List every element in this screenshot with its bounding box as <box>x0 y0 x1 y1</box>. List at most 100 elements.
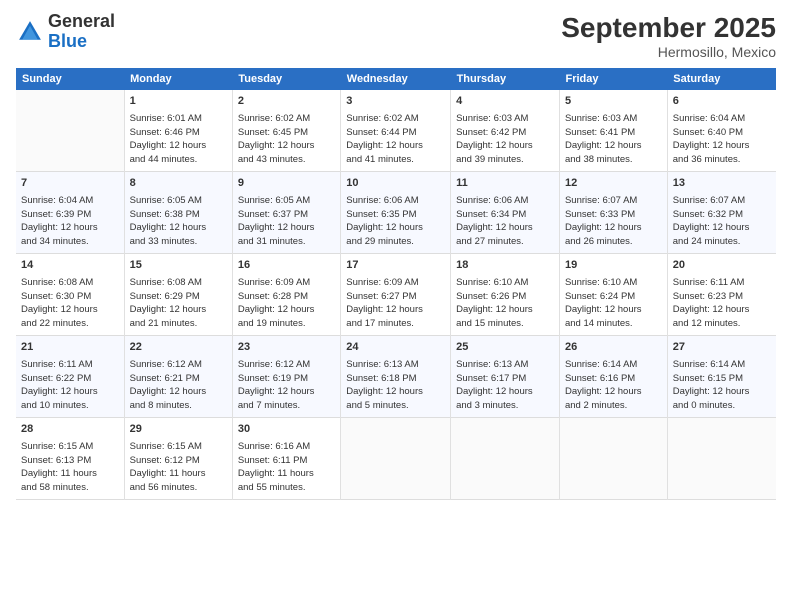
cell-info: Sunrise: 6:06 AM <box>346 194 445 208</box>
cell-info: Daylight: 12 hours <box>346 385 445 399</box>
day-number: 8 <box>130 176 227 192</box>
calendar-cell: 5Sunrise: 6:03 AMSunset: 6:41 PMDaylight… <box>559 90 667 172</box>
cell-info: Sunset: 6:29 PM <box>130 290 227 304</box>
cell-info: Sunrise: 6:10 AM <box>565 276 662 290</box>
day-number: 17 <box>346 258 445 274</box>
calendar-cell: 7Sunrise: 6:04 AMSunset: 6:39 PMDaylight… <box>16 172 124 254</box>
cell-info: Daylight: 12 hours <box>673 139 771 153</box>
col-header-wednesday: Wednesday <box>341 68 451 90</box>
cell-info: Sunrise: 6:08 AM <box>130 276 227 290</box>
cell-info: Sunset: 6:39 PM <box>21 208 119 222</box>
cell-info: Sunset: 6:40 PM <box>673 126 771 140</box>
cell-info: Daylight: 12 hours <box>130 303 227 317</box>
calendar-cell: 21Sunrise: 6:11 AMSunset: 6:22 PMDayligh… <box>16 336 124 418</box>
cell-info: Sunrise: 6:11 AM <box>673 276 771 290</box>
cell-info: and 56 minutes. <box>130 481 227 495</box>
calendar-cell: 13Sunrise: 6:07 AMSunset: 6:32 PMDayligh… <box>667 172 776 254</box>
cell-info: Daylight: 12 hours <box>21 303 119 317</box>
col-header-monday: Monday <box>124 68 232 90</box>
cell-info: Sunset: 6:38 PM <box>130 208 227 222</box>
cell-info: Sunrise: 6:09 AM <box>238 276 335 290</box>
calendar-cell <box>341 418 451 500</box>
cell-info: Sunrise: 6:14 AM <box>673 358 771 372</box>
location: Hermosillo, Mexico <box>561 44 776 60</box>
header: General Blue September 2025 Hermosillo, … <box>16 12 776 60</box>
cell-info: and 19 minutes. <box>238 317 335 331</box>
calendar-cell: 22Sunrise: 6:12 AMSunset: 6:21 PMDayligh… <box>124 336 232 418</box>
day-number: 23 <box>238 340 335 356</box>
calendar-cell: 29Sunrise: 6:15 AMSunset: 6:12 PMDayligh… <box>124 418 232 500</box>
cell-info: and 2 minutes. <box>565 399 662 413</box>
logo-text: General Blue <box>48 12 115 52</box>
cell-info: Sunrise: 6:05 AM <box>130 194 227 208</box>
cell-info: Daylight: 11 hours <box>130 467 227 481</box>
cell-info: Sunset: 6:30 PM <box>21 290 119 304</box>
cell-info: Daylight: 12 hours <box>456 139 554 153</box>
cell-info: Daylight: 12 hours <box>238 385 335 399</box>
calendar-cell: 25Sunrise: 6:13 AMSunset: 6:17 PMDayligh… <box>451 336 560 418</box>
cell-info: and 43 minutes. <box>238 153 335 167</box>
col-header-tuesday: Tuesday <box>232 68 340 90</box>
cell-info: Sunset: 6:44 PM <box>346 126 445 140</box>
cell-info: Daylight: 12 hours <box>456 385 554 399</box>
calendar-cell <box>16 90 124 172</box>
cell-info: Daylight: 12 hours <box>238 221 335 235</box>
cell-info: Sunrise: 6:04 AM <box>21 194 119 208</box>
calendar-cell <box>451 418 560 500</box>
cell-info: Daylight: 12 hours <box>238 303 335 317</box>
cell-info: and 38 minutes. <box>565 153 662 167</box>
cell-info: Sunrise: 6:03 AM <box>565 112 662 126</box>
cell-info: Sunset: 6:28 PM <box>238 290 335 304</box>
cell-info: Sunrise: 6:07 AM <box>565 194 662 208</box>
cell-info: and 58 minutes. <box>21 481 119 495</box>
cell-info: Daylight: 12 hours <box>673 221 771 235</box>
cell-info: Daylight: 12 hours <box>130 221 227 235</box>
logo: General Blue <box>16 12 115 52</box>
cell-info: and 21 minutes. <box>130 317 227 331</box>
page: General Blue September 2025 Hermosillo, … <box>0 0 792 612</box>
day-number: 18 <box>456 258 554 274</box>
cell-info: Daylight: 12 hours <box>673 385 771 399</box>
day-number: 12 <box>565 176 662 192</box>
calendar-cell: 23 Sunrise: 6:12 AMSunset: 6:19 PMDayligh… <box>232 336 340 418</box>
cell-info: Sunset: 6:21 PM <box>130 372 227 386</box>
cell-info: Sunset: 6:18 PM <box>346 372 445 386</box>
cell-info: Sunset: 6:12 PM <box>130 454 227 468</box>
cell-info: Sunset: 6:32 PM <box>673 208 771 222</box>
cell-info: and 7 minutes. <box>238 399 335 413</box>
calendar-cell: 3Sunrise: 6:02 AMSunset: 6:44 PMDaylight… <box>341 90 451 172</box>
cell-info: Sunset: 6:27 PM <box>346 290 445 304</box>
week-row-3: 21Sunrise: 6:11 AMSunset: 6:22 PMDayligh… <box>16 336 776 418</box>
cell-info: Sunrise: 6:15 AM <box>21 440 119 454</box>
calendar-cell: 18Sunrise: 6:10 AMSunset: 6:26 PMDayligh… <box>451 254 560 336</box>
cell-info: Sunrise: 6:06 AM <box>456 194 554 208</box>
cell-info: Sunrise: 6:02 AM <box>238 112 335 126</box>
cell-info: Daylight: 12 hours <box>346 139 445 153</box>
cell-info: and 3 minutes. <box>456 399 554 413</box>
cell-info: Sunrise: 6:05 AM <box>238 194 335 208</box>
cell-info: Sunrise: 6:12 AM <box>130 358 227 372</box>
calendar-cell: 20Sunrise: 6:11 AMSunset: 6:23 PMDayligh… <box>667 254 776 336</box>
cell-info: Sunrise: 6:08 AM <box>21 276 119 290</box>
cell-info: Daylight: 12 hours <box>565 303 662 317</box>
cell-info: Sunset: 6:19 PM <box>238 372 335 386</box>
day-number: 3 <box>346 94 445 110</box>
calendar-cell: 11Sunrise: 6:06 AMSunset: 6:34 PMDayligh… <box>451 172 560 254</box>
cell-info: and 29 minutes. <box>346 235 445 249</box>
calendar-cell: 14Sunrise: 6:08 AMSunset: 6:30 PMDayligh… <box>16 254 124 336</box>
cell-info: Sunrise: 6:12 AM <box>238 358 335 372</box>
cell-info: Sunset: 6:34 PM <box>456 208 554 222</box>
cell-info: and 39 minutes. <box>456 153 554 167</box>
header-row: SundayMondayTuesdayWednesdayThursdayFrid… <box>16 68 776 90</box>
day-number: 19 <box>565 258 662 274</box>
cell-info: and 24 minutes. <box>673 235 771 249</box>
col-header-saturday: Saturday <box>667 68 776 90</box>
calendar-cell: 27Sunrise: 6:14 AMSunset: 6:15 PMDayligh… <box>667 336 776 418</box>
col-header-sunday: Sunday <box>16 68 124 90</box>
day-number: 9 <box>238 176 335 192</box>
day-number: 30 <box>238 422 335 438</box>
calendar-cell: 12Sunrise: 6:07 AMSunset: 6:33 PMDayligh… <box>559 172 667 254</box>
cell-info: Sunrise: 6:10 AM <box>456 276 554 290</box>
calendar-cell: 15Sunrise: 6:08 AMSunset: 6:29 PMDayligh… <box>124 254 232 336</box>
cell-info: Sunset: 6:41 PM <box>565 126 662 140</box>
